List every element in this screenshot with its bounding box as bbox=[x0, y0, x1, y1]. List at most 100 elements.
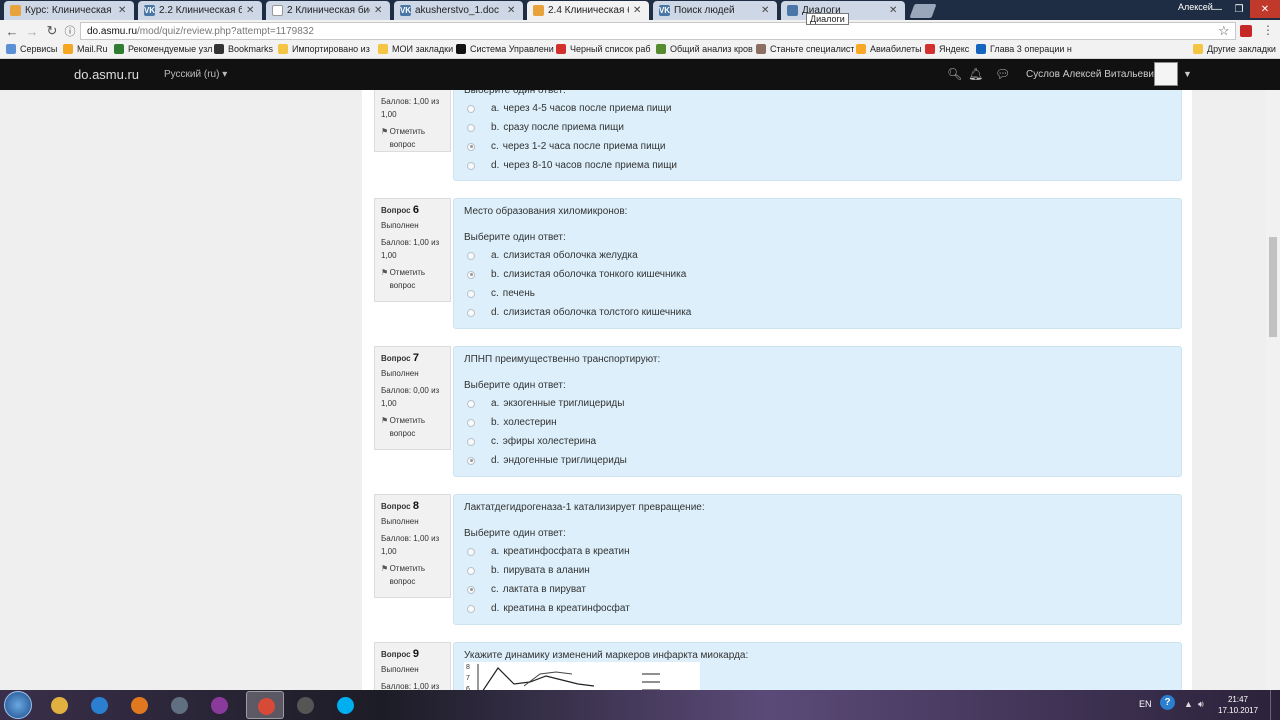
taskbar-app-utility[interactable] bbox=[160, 691, 198, 719]
bookmark-label: МОИ закладки bbox=[392, 44, 454, 54]
bookmark-item[interactable]: Другие закладки bbox=[1193, 44, 1278, 54]
bookmark-item[interactable]: Bookmarks bbox=[214, 44, 276, 54]
bookmark-item[interactable]: Система Управлени bbox=[456, 44, 554, 54]
radio-button[interactable] bbox=[467, 585, 475, 594]
page-scrollbar[interactable] bbox=[1266, 90, 1280, 690]
bookmark-item[interactable]: Яндекс bbox=[925, 44, 973, 54]
question-number: 6 bbox=[412, 204, 419, 216]
flag-question-link[interactable]: ⚑ Отметить вопрос bbox=[381, 562, 444, 588]
close-icon[interactable]: ✕ bbox=[633, 5, 643, 16]
radio-button[interactable] bbox=[467, 437, 475, 446]
start-button[interactable] bbox=[4, 691, 32, 719]
forward-arrow-icon[interactable]: → bbox=[24, 23, 40, 39]
search-icon[interactable]: 🔍︎ bbox=[947, 67, 962, 81]
radio-button[interactable] bbox=[467, 142, 475, 151]
radio-button[interactable] bbox=[467, 104, 475, 113]
user-name[interactable]: Суслов Алексей Витальевич bbox=[1026, 69, 1159, 80]
answer-option: c. через 1-2 часа после приема пищи bbox=[464, 137, 1171, 156]
close-icon[interactable]: ✕ bbox=[889, 5, 899, 16]
radio-button[interactable] bbox=[467, 399, 475, 408]
close-icon[interactable]: ✕ bbox=[118, 5, 128, 16]
volume-icon[interactable]: 🔊︎ bbox=[1198, 699, 1204, 710]
answer-option: a. креатинфосфата в креатин bbox=[464, 542, 1171, 561]
avatar[interactable] bbox=[1154, 62, 1178, 86]
radio-button[interactable] bbox=[467, 270, 475, 279]
site-brand-link[interactable]: do.asmu.ru bbox=[74, 67, 139, 82]
taskbar-app-chrome[interactable] bbox=[246, 691, 284, 719]
keyboard-language[interactable]: EN bbox=[1139, 699, 1152, 709]
taskbar-app-media-player[interactable] bbox=[120, 691, 158, 719]
chevron-down-icon[interactable]: ▼ bbox=[1183, 69, 1192, 79]
url-input[interactable]: do.asmu.ru/mod/quiz/review.php?attempt=1… bbox=[80, 22, 1236, 40]
question-figure: 876 bbox=[464, 662, 700, 690]
system-clock[interactable]: 21:47 17.10.2017 bbox=[1218, 694, 1258, 716]
close-icon[interactable]: ✕ bbox=[761, 5, 771, 16]
close-icon[interactable]: ✕ bbox=[246, 5, 256, 16]
info-icon[interactable]: ⓘ bbox=[62, 23, 78, 39]
favicon-icon bbox=[787, 5, 798, 16]
flag-question-link[interactable]: ⚑ Отметить вопрос bbox=[381, 125, 444, 151]
taskbar-app-explorer[interactable] bbox=[40, 691, 78, 719]
bookmark-item[interactable]: Рекомендуемые узл bbox=[114, 44, 212, 54]
radio-button[interactable] bbox=[467, 308, 475, 317]
bookmark-label: Система Управлени bbox=[470, 44, 554, 54]
bookmark-label: Сервисы bbox=[20, 44, 58, 54]
skype-icon bbox=[337, 697, 354, 714]
radio-button[interactable] bbox=[467, 289, 475, 298]
taskbar-app-skype[interactable] bbox=[326, 691, 364, 719]
radio-button[interactable] bbox=[467, 456, 475, 465]
radio-button[interactable] bbox=[467, 123, 475, 132]
maximize-button[interactable]: ❐ bbox=[1228, 0, 1250, 18]
answer-prompt: Выберите один ответ: bbox=[464, 90, 566, 96]
option-letter: a. bbox=[491, 250, 500, 261]
bookmark-item[interactable]: Сервисы bbox=[6, 44, 61, 54]
show-desktop-button[interactable] bbox=[1270, 690, 1280, 720]
notifications-icon[interactable]: 🔔︎ bbox=[968, 67, 983, 81]
taskbar-app-app[interactable] bbox=[286, 691, 324, 719]
radio-button[interactable] bbox=[467, 547, 475, 556]
close-icon[interactable]: ✕ bbox=[374, 5, 384, 16]
address-bar-row: ← → ↻ ⓘ do.asmu.ru/mod/quiz/review.php?a… bbox=[0, 20, 1280, 42]
browser-menu-icon[interactable]: ⋮ bbox=[1262, 23, 1274, 37]
bookmark-item[interactable]: Станьте специалист bbox=[756, 44, 854, 54]
radio-button[interactable] bbox=[467, 251, 475, 260]
radio-button[interactable] bbox=[467, 604, 475, 613]
flag-question-link[interactable]: ⚑ Отметить вопрос bbox=[381, 266, 444, 292]
browser-tab[interactable]: Курс: Клиническая биохи ✕ bbox=[4, 1, 134, 20]
bookmark-label: Станьте специалист bbox=[770, 44, 854, 54]
bookmark-item[interactable]: Импортировано из bbox=[278, 44, 376, 54]
chrome-icon bbox=[258, 698, 275, 715]
bookmark-item[interactable]: Mail.Ru bbox=[63, 44, 111, 54]
messages-icon[interactable]: 💬︎ bbox=[995, 67, 1010, 81]
minimize-button[interactable]: — bbox=[1206, 0, 1228, 18]
flag-question-link[interactable]: ⚑ Отметить вопрос bbox=[381, 414, 444, 440]
bookmark-item[interactable]: Авиабилеты bbox=[856, 44, 922, 54]
option-letter: c. bbox=[491, 141, 499, 152]
browser-tab[interactable]: VK Поиск людей ✕ bbox=[653, 1, 777, 20]
taskbar-app-winrar[interactable] bbox=[200, 691, 238, 719]
bookmark-item[interactable]: Общий анализ кров bbox=[656, 44, 754, 54]
bookmark-star-icon[interactable]: ☆ bbox=[1218, 23, 1230, 39]
taskbar-app-internet-explorer[interactable] bbox=[80, 691, 118, 719]
browser-tab[interactable]: 2 Клиническая биохими ✕ bbox=[266, 1, 390, 20]
browser-tab[interactable]: 2.4 Клиническая биохи ✕ bbox=[527, 1, 649, 20]
extension-icon[interactable] bbox=[1240, 25, 1252, 37]
radio-button[interactable] bbox=[467, 161, 475, 170]
browser-tab[interactable]: VK2.2 Клиническая биохим ✕ bbox=[138, 1, 262, 20]
question-label: Вопрос bbox=[381, 206, 411, 215]
language-menu[interactable]: Русский (ru) ▾ bbox=[164, 69, 227, 80]
browser-tab[interactable]: VK akusherstvo_1.doc ✕ bbox=[394, 1, 523, 20]
radio-button[interactable] bbox=[467, 418, 475, 427]
bookmark-item[interactable]: Глава 3 операции н bbox=[976, 44, 1096, 54]
scrollbar-thumb[interactable] bbox=[1269, 237, 1277, 337]
reload-icon[interactable]: ↻ bbox=[44, 23, 60, 39]
help-icon[interactable]: ? bbox=[1160, 695, 1175, 710]
back-arrow-icon[interactable]: ← bbox=[4, 23, 20, 39]
bookmark-item[interactable]: МОИ закладки bbox=[378, 44, 454, 54]
close-icon[interactable]: ✕ bbox=[507, 5, 517, 16]
tray-arrow-icon[interactable]: ▲ bbox=[1184, 699, 1193, 709]
close-window-button[interactable]: ✕ bbox=[1250, 0, 1280, 18]
bookmark-item[interactable]: Черный список раб bbox=[556, 44, 654, 54]
radio-button[interactable] bbox=[467, 566, 475, 575]
question-box: Укажите динамику изменений маркеров инфа… bbox=[453, 642, 1182, 690]
